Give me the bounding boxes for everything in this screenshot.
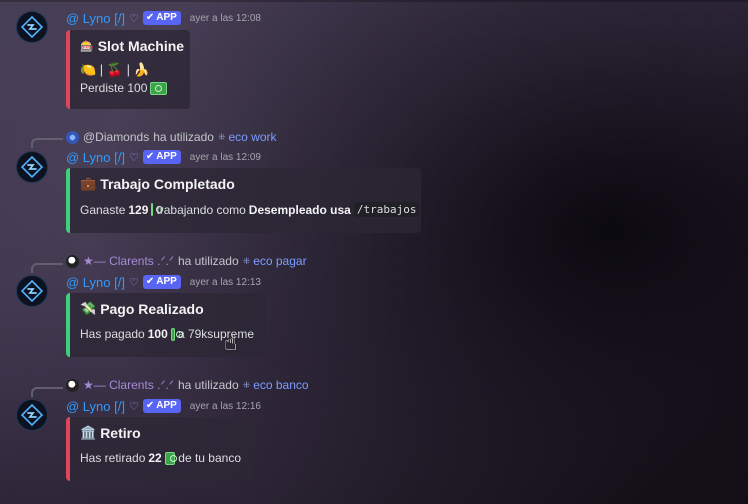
- command-reply: ★— Clarents .ᐟ.ᐟ ha utilizado ⁜ eco pagar: [66, 253, 307, 269]
- money-icon: [170, 327, 184, 341]
- check-icon: ✔: [145, 400, 155, 411]
- command-link[interactable]: ⁜ eco work: [218, 130, 277, 144]
- bot-avatar[interactable]: [16, 151, 48, 183]
- slash-command-icon: ⁜: [242, 379, 251, 390]
- embed-description: Ganaste 129 trabajando como Desempleado …: [80, 202, 420, 217]
- user-avatar[interactable]: [66, 130, 79, 144]
- user-avatar[interactable]: [66, 254, 79, 268]
- command-link[interactable]: ⁜ eco pagar: [243, 254, 307, 268]
- money-icon: [151, 203, 164, 216]
- bot-avatar[interactable]: [16, 11, 48, 43]
- timestamp[interactable]: ayer a las 12:16: [190, 401, 261, 412]
- app-badge: ✔ APP: [142, 11, 181, 25]
- app-badge: ✔ APP: [142, 275, 181, 289]
- reply-username[interactable]: ★— Clarents .ᐟ.ᐟ: [83, 378, 174, 392]
- briefcase-icon: 💼: [80, 176, 97, 191]
- bot-name[interactable]: @ Lyno [/]: [66, 11, 125, 26]
- embed-description: Has retirado 22 de tu banco: [80, 451, 241, 465]
- embed-description: Perdiste 100: [80, 81, 178, 95]
- message-header: @ Lyno [/] ♡ ✔ APP ayer a las 12:16: [66, 398, 261, 414]
- hand-cursor-icon: ☝: [224, 330, 238, 355]
- lyno-logo-icon: [21, 280, 43, 302]
- slot-machine-icon: 🎰: [80, 40, 94, 53]
- embed-title: 💼 Trabajo Completado: [80, 176, 235, 192]
- reply-username[interactable]: ★— Clarents .ᐟ.ᐟ: [83, 254, 174, 268]
- timestamp[interactable]: ayer a las 12:08: [190, 13, 261, 24]
- reply-connector: [31, 138, 63, 148]
- top-divider: [0, 0, 748, 2]
- command-link[interactable]: ⁜ eco banco: [243, 378, 309, 392]
- message-header: @ Lyno [/] ♡ ✔ APP ayer a las 12:09: [66, 149, 261, 165]
- money-icon: [164, 451, 177, 465]
- lyno-logo-icon: [21, 156, 43, 178]
- bot-name[interactable]: @ Lyno [/]: [66, 399, 125, 414]
- money-icon: [150, 81, 168, 95]
- app-badge: ✔ APP: [142, 399, 181, 413]
- heart-icon: ♡: [128, 276, 139, 289]
- reply-username[interactable]: @Diamonds: [83, 130, 149, 144]
- slash-command-icon: ⁜: [242, 255, 251, 266]
- heart-icon: ♡: [128, 151, 139, 164]
- reply-verb: ha utilizado: [177, 378, 239, 392]
- reply-verb: ha utilizado: [153, 130, 214, 144]
- inline-code: /trabajos: [353, 202, 420, 217]
- command-reply: ★— Clarents .ᐟ.ᐟ ha utilizado ⁜ eco banco: [66, 377, 309, 393]
- lyno-logo-icon: [21, 404, 43, 426]
- embed-trabajo: 💼 Trabajo Completado Ganaste 129 trabaja…: [66, 168, 421, 233]
- embed-title: 🏛️ Retiro: [80, 425, 141, 441]
- slot-results: 🍋 | 🍒 | 🍌: [80, 62, 150, 77]
- bot-avatar[interactable]: [16, 399, 48, 431]
- embed-slot-machine: 🎰 Slot Machine 🍋 | 🍒 | 🍌 Perdiste 100: [66, 30, 190, 109]
- bank-icon: 🏛️: [80, 425, 97, 440]
- heart-icon: ♡: [128, 12, 139, 25]
- message-header: @ Lyno [/] ♡ ✔ APP ayer a las 12:13: [66, 274, 261, 290]
- timestamp[interactable]: ayer a las 12:13: [190, 277, 261, 288]
- check-icon: ✔: [145, 151, 155, 162]
- message-header: @ Lyno [/] ♡ ✔ APP ayer a las 12:08: [66, 10, 261, 26]
- reply-connector: [31, 263, 63, 273]
- reply-connector: [31, 387, 63, 397]
- bot-name[interactable]: @ Lyno [/]: [66, 275, 125, 290]
- embed-title: 💸 Pago Realizado: [80, 301, 204, 317]
- money-with-wings-icon: 💸: [80, 301, 97, 316]
- check-icon: ✔: [145, 12, 155, 23]
- command-reply: @Diamonds ha utilizado ⁜ eco work: [66, 129, 277, 145]
- heart-icon: ♡: [128, 400, 139, 413]
- embed-title: 🎰 Slot Machine: [80, 38, 185, 54]
- bot-avatar[interactable]: [16, 275, 48, 307]
- embed-retiro: 🏛️ Retiro Has retirado 22 de tu banco: [66, 417, 253, 481]
- bot-name[interactable]: @ Lyno [/]: [66, 150, 125, 165]
- app-badge: ✔ APP: [142, 150, 181, 164]
- timestamp[interactable]: ayer a las 12:09: [190, 152, 261, 163]
- slash-command-icon: ⁜: [217, 131, 226, 142]
- check-icon: ✔: [145, 276, 155, 287]
- user-avatar[interactable]: [66, 378, 79, 392]
- reply-verb: ha utilizado: [177, 254, 239, 268]
- lyno-logo-icon: [21, 16, 43, 38]
